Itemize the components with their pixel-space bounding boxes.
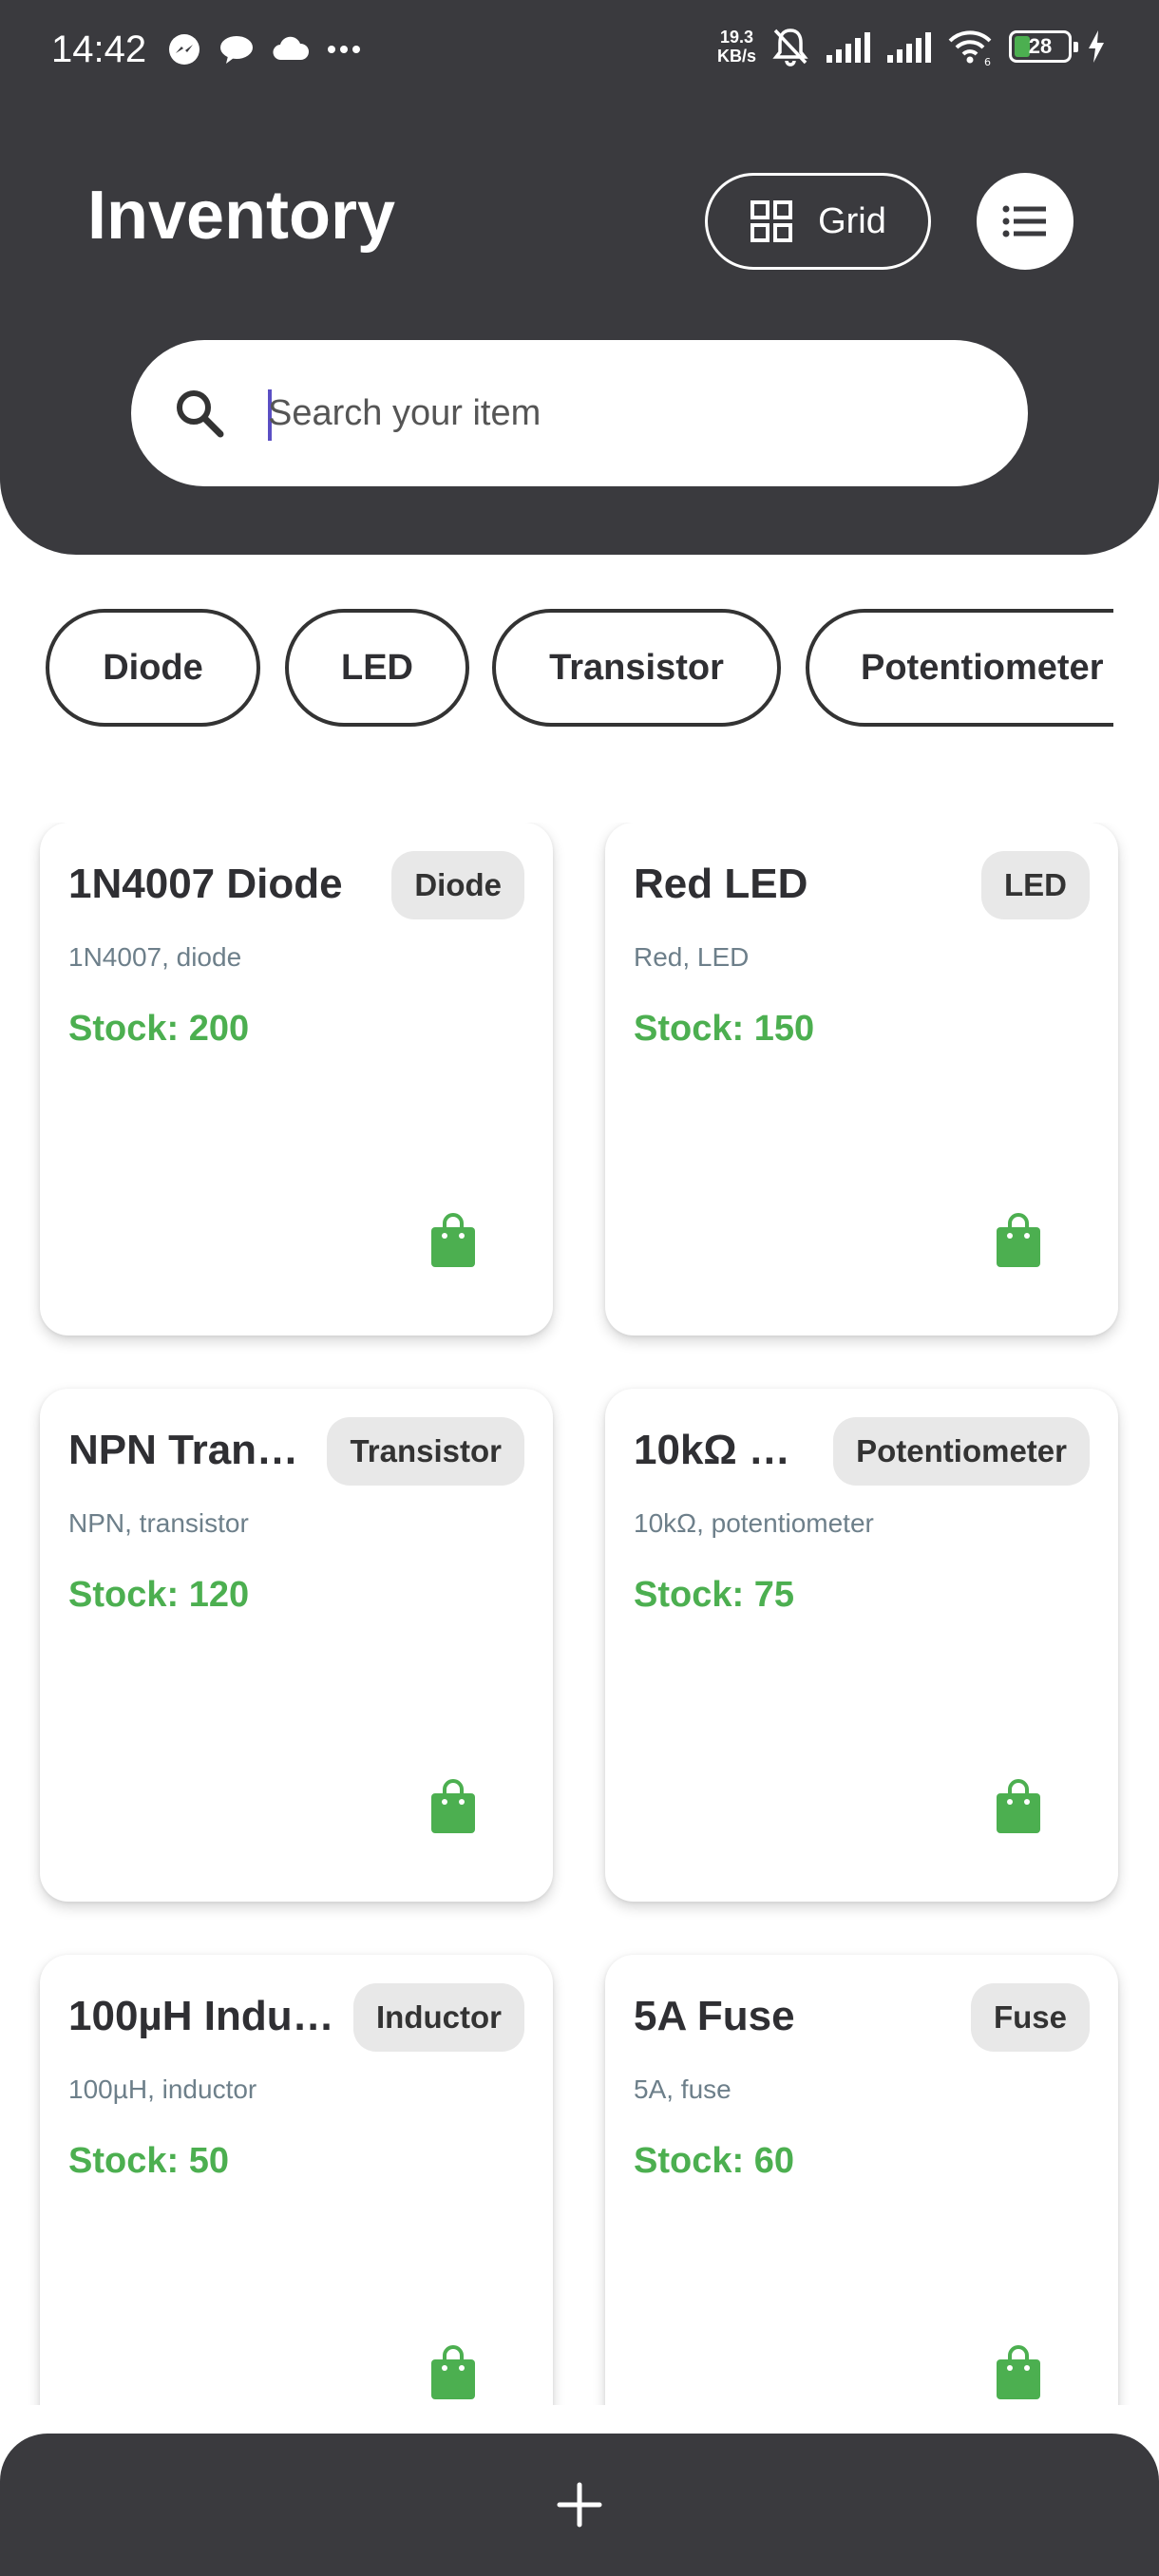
stock-count: Stock: 150 [634,1009,815,1049]
item-name: 5A Fuse [634,1993,795,2039]
wifi-subscript: 6 [984,56,991,66]
messenger-icon [169,34,200,65]
item-name: Red LED [634,861,808,907]
item-name: NPN Tran… [68,1427,299,1473]
wifi-icon: 6 [948,30,992,66]
stock-count: Stock: 50 [68,2141,229,2181]
item-name: 10kΩ … [634,1427,790,1473]
item-card[interactable]: 5A Fuse Fuse 5A, fuse Stock: 60 [605,1955,1118,2405]
category-badge: Fuse [970,1983,1090,2052]
category-badge: Potentiometer [833,1417,1090,1486]
category-badge: LED [981,851,1090,919]
search-bar[interactable] [131,340,1028,486]
search-icon [177,390,224,438]
shopping-bag-icon[interactable] [995,2344,1042,2401]
filter-chip-potentiometer[interactable]: Potentiometer [806,609,1113,727]
category-badge: Transistor [327,1417,524,1486]
grid-view-toggle[interactable]: Grid [705,173,931,270]
status-time: 14:42 [51,28,147,70]
item-description: 100µH, inductor [68,2074,257,2104]
filter-chip-diode[interactable]: Diode [46,609,260,727]
item-card[interactable]: 10kΩ … Potentiometer 10kΩ, potentiometer… [605,1389,1118,1902]
chat-bubble-icon [220,36,253,64]
cloud-icon [273,36,310,61]
signal-icon-2 [887,32,931,63]
more-dots-icon [328,46,360,53]
bell-muted-icon [772,28,808,66]
stock-count: Stock: 120 [68,1575,250,1615]
stock-count: Stock: 75 [634,1575,794,1615]
plus-icon [557,2482,602,2528]
shopping-bag-icon[interactable] [995,1778,1042,1835]
item-description: 1N4007, diode [68,942,242,972]
shopping-bag-icon[interactable] [429,1778,477,1835]
inventory-grid: 1N4007 Diode Diode 1N4007, diode Stock: … [0,823,1159,2405]
category-badge: Inductor [353,1983,524,2052]
item-description: Red, LED [634,942,750,972]
notification-icons [167,32,361,66]
shopping-bag-icon[interactable] [429,2344,477,2401]
battery-level: 28 [1028,34,1053,58]
inventory-screen: 14:42 19.3 KB/s 6 28 Inventory Grid Sear… [0,0,1159,2576]
item-card[interactable]: 100µH Indu… Inductor 100µH, inductor Sto… [40,1955,553,2405]
item-description: 5A, fuse [634,2074,732,2104]
item-description: 10kΩ, potentiometer [634,1508,874,1538]
item-name: 1N4007 Diode [68,861,343,907]
item-card[interactable]: Red LED LED Red, LED Stock: 150 [605,823,1118,1335]
system-icons: 19.3 KB/s 6 28 [717,27,1106,66]
grid-icon [750,200,793,242]
item-name: 100µH Indu… [68,1993,334,2039]
list-icon [1002,205,1046,237]
shopping-bag-icon[interactable] [995,1212,1042,1269]
battery-icon: 28 [1009,30,1078,63]
item-description: NPN, transistor [68,1508,249,1538]
item-card[interactable]: NPN Tran… Transistor NPN, transistor Sto… [40,1389,553,1902]
add-item-button[interactable] [0,2434,1159,2576]
page-title: Inventory [87,178,396,254]
item-card[interactable]: 1N4007 Diode Diode 1N4007, diode Stock: … [40,823,553,1335]
header: Inventory Grid [0,99,1159,555]
status-bar: 14:42 19.3 KB/s 6 28 [0,0,1159,99]
filter-chip-transistor[interactable]: Transistor [492,609,781,727]
network-speed-unit: KB/s [716,47,756,66]
filter-chip-led[interactable]: LED [285,609,469,727]
category-filters: Diode LED Transistor Potentiometer [46,609,1113,729]
network-speed-value: 19.3 [719,28,754,47]
charging-bolt-icon [1089,30,1104,63]
view-toggle-label: Grid [818,200,886,241]
stock-count: Stock: 200 [68,1009,250,1049]
list-view-button[interactable] [977,173,1074,270]
search-input[interactable] [268,380,990,446]
signal-icon [826,32,870,63]
shopping-bag-icon[interactable] [429,1212,477,1269]
category-badge: Diode [391,851,524,919]
stock-count: Stock: 60 [634,2141,794,2181]
network-speed: 19.3 KB/s [717,28,756,66]
